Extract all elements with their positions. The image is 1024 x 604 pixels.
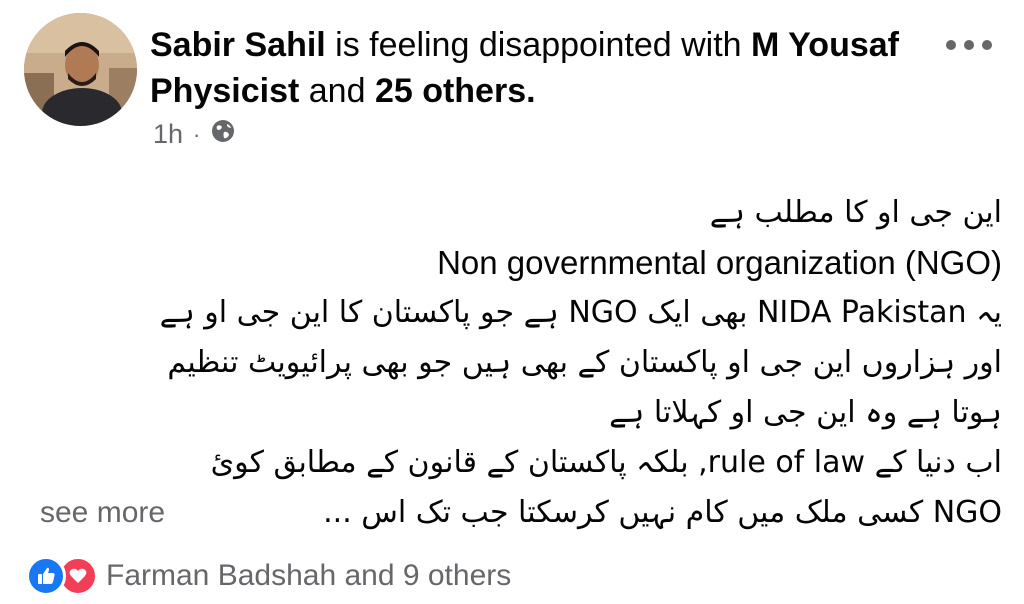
see-more-link[interactable]: see more xyxy=(40,488,165,538)
more-dot-icon xyxy=(982,40,992,50)
more-dot-icon xyxy=(964,40,974,50)
post-meta: 1h · xyxy=(153,118,236,151)
body-line: اب دنیا کے rule of law, بلکہ پاکستان کے … xyxy=(210,445,1002,480)
meta-separator: · xyxy=(193,121,201,147)
body-line: اور ہزاروں این جی او پاکستان کے بھی ہیں … xyxy=(167,345,1002,380)
reaction-names[interactable]: Farman Badshah and 9 others xyxy=(106,559,511,593)
body-line: ہوتا ہے وہ این جی او کہلاتا ہے xyxy=(609,395,1002,430)
globe-icon[interactable] xyxy=(210,118,236,151)
like-icon xyxy=(26,556,66,596)
post-time[interactable]: 1h xyxy=(153,119,183,150)
body-line: NGO کسی ملک میں کام نہیں کرسکتا جب تک اس… xyxy=(323,495,1002,530)
body-line: Non governmental organization (NGO) xyxy=(437,244,1002,281)
post-body: این جی او کا مطلب ہے Non governmental or… xyxy=(40,188,1002,538)
body-line: این جی او کا مطلب ہے xyxy=(709,195,1002,230)
conjunction: and xyxy=(299,72,375,110)
body-line: یہ NIDA Pakistan بھی ایک NGO ہے جو پاکست… xyxy=(159,295,1002,330)
reactions-bar[interactable]: Farman Badshah and 9 others xyxy=(26,556,511,596)
author-name[interactable]: Sabir Sahil xyxy=(150,26,326,64)
feeling-text: is feeling disappointed with xyxy=(325,26,751,64)
others-link[interactable]: 25 others. xyxy=(375,72,536,110)
more-dot-icon xyxy=(946,40,956,50)
author-avatar[interactable] xyxy=(24,13,137,126)
more-options-button[interactable] xyxy=(946,40,992,50)
post-header: Sabir Sahil is feeling disappointed with… xyxy=(150,22,910,114)
